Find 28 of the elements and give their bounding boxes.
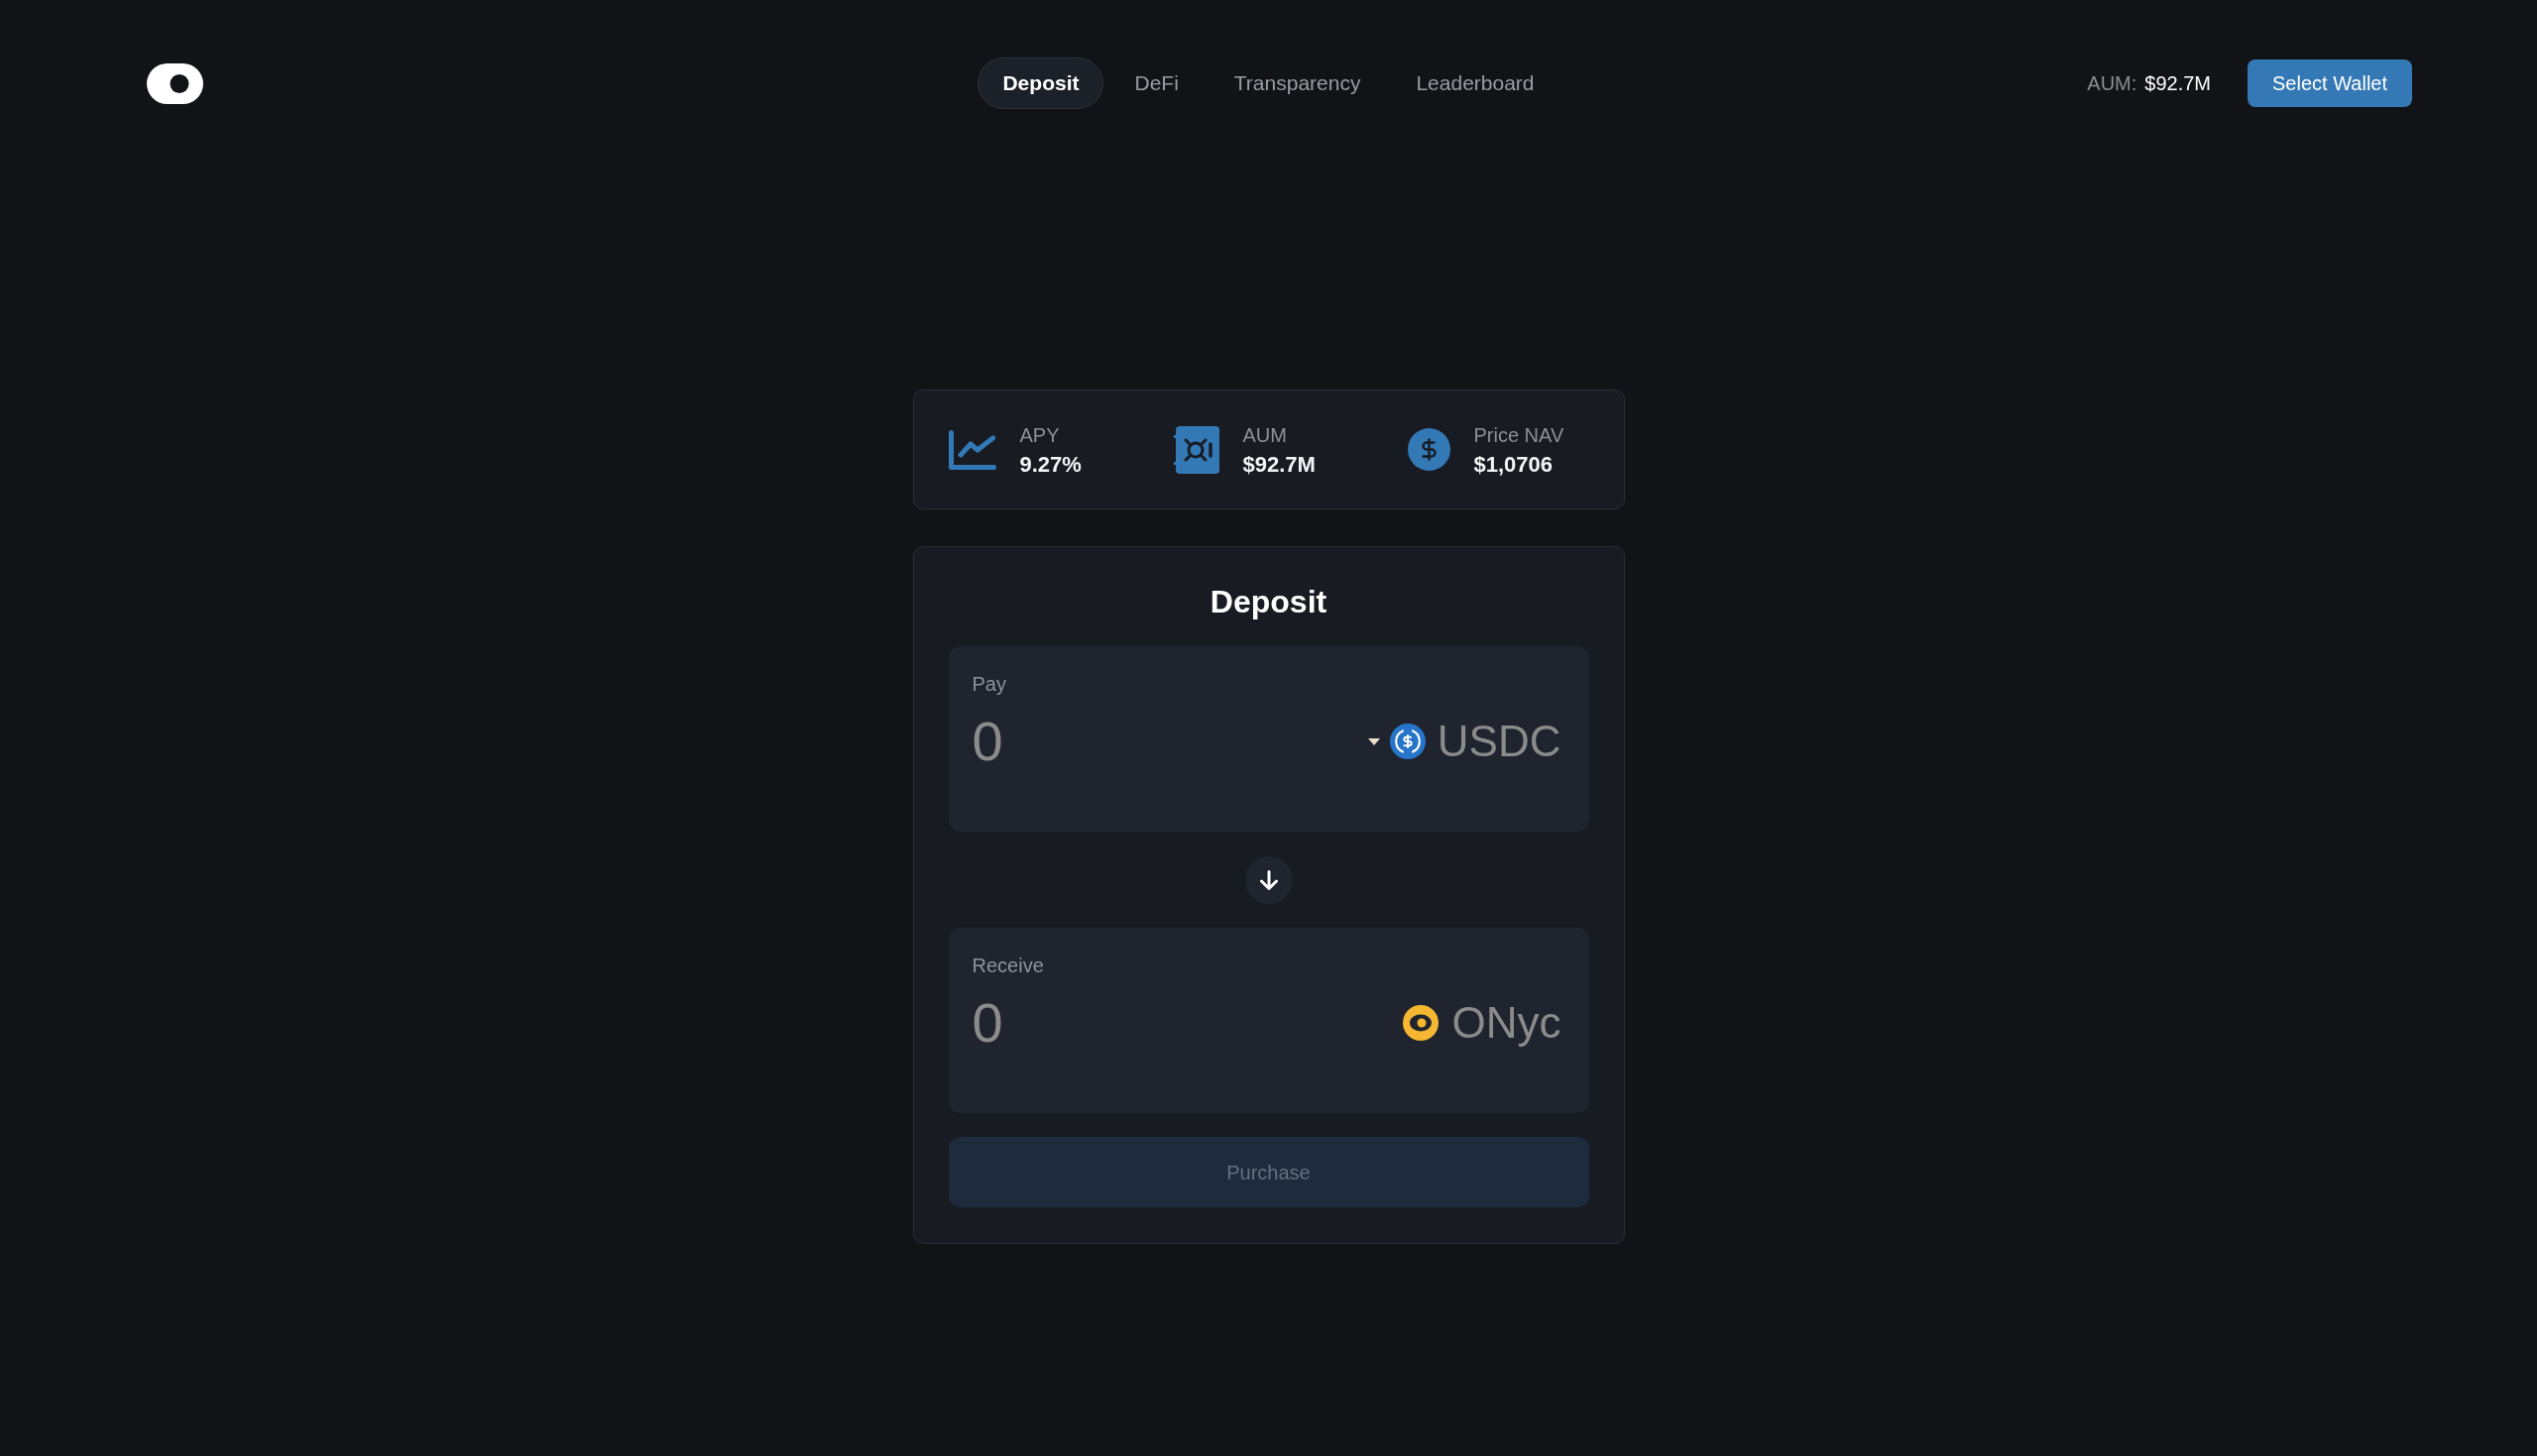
stat-label: Price NAV <box>1473 422 1564 448</box>
amount-input[interactable]: 0 <box>972 993 1290 1053</box>
arrow-down-button[interactable] <box>1244 856 1293 904</box>
amount-input[interactable]: 0 <box>972 712 1290 771</box>
panel-label: Pay <box>972 672 1006 697</box>
aum-label: AUM: <box>2087 71 2137 96</box>
stat-value: 9.27% <box>1019 450 1082 479</box>
aum-value: $92.7M <box>2144 71 2212 96</box>
card-title: Deposit <box>1210 583 1327 621</box>
token-name: ONyc <box>1451 997 1561 1049</box>
nav-tab[interactable]: DeFi <box>1109 57 1204 109</box>
panel-label: Receive <box>972 953 1044 978</box>
stat-label: APY <box>1019 422 1061 448</box>
stat-value: $1,0706 <box>1473 450 1555 479</box>
nav-tab[interactable]: Deposit <box>978 57 1104 109</box>
stat-label: AUM <box>1242 422 1288 448</box>
token-select-button[interactable]: USDC <box>1367 716 1561 767</box>
dollar-circle-icon <box>1407 428 1450 471</box>
line-chart-icon <box>948 429 996 470</box>
logo <box>147 62 203 104</box>
arrow-down-icon <box>1259 870 1278 890</box>
stat-value: $92.7M <box>1242 450 1316 479</box>
eye-coin-icon <box>1402 1005 1439 1041</box>
nav-tab[interactable]: Transparency <box>1209 57 1386 109</box>
nav-tab[interactable]: Leaderboard <box>1391 57 1559 109</box>
vault-icon <box>1173 425 1219 474</box>
dollar-coin-icon <box>1389 724 1426 759</box>
select-wallet-button[interactable]: Select Wallet <box>2248 59 2412 107</box>
